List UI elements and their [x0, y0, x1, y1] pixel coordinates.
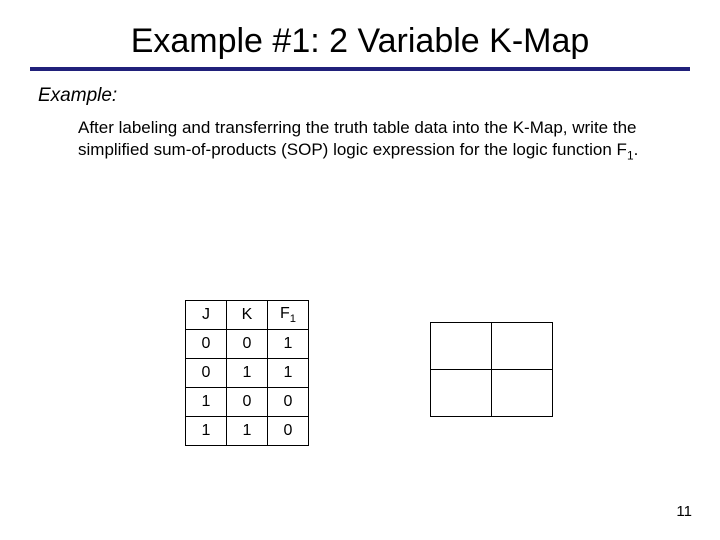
kmap-cell: [431, 323, 492, 370]
cell: 0: [186, 330, 227, 359]
cell: 0: [268, 388, 309, 417]
table-row: 0 0 1: [186, 330, 309, 359]
cell: 0: [186, 359, 227, 388]
body-text-post: .: [634, 140, 639, 159]
truth-table-header-f1: F1: [268, 301, 309, 330]
cell: 1: [268, 330, 309, 359]
table-row: 1 1 0: [186, 417, 309, 446]
body-text-sub: 1: [627, 148, 634, 162]
title-underline: [30, 67, 690, 71]
table-row: J K F1: [186, 301, 309, 330]
cell: 1: [268, 359, 309, 388]
kmap-row: [431, 323, 553, 370]
example-label: Example:: [38, 85, 720, 107]
slide: Example #1: 2 Variable K-Map Example: Af…: [0, 0, 720, 540]
cell: 1: [227, 417, 268, 446]
kmap-cell: [492, 323, 553, 370]
cell: 0: [227, 330, 268, 359]
cell: 1: [186, 417, 227, 446]
body-text: After labeling and transferring the trut…: [78, 117, 660, 163]
cell: 0: [227, 388, 268, 417]
cell: 1: [227, 359, 268, 388]
f-sub: 1: [290, 313, 296, 325]
f-label: F: [280, 305, 290, 322]
truth-table: J K F1 0 0 1 0 1 1 1 0 0 1 1 0: [185, 300, 309, 446]
truth-table-header-j: J: [186, 301, 227, 330]
body-text-pre: After labeling and transferring the trut…: [78, 118, 637, 159]
table-row: 1 0 0: [186, 388, 309, 417]
kmap-cell: [431, 370, 492, 417]
cell: 0: [268, 417, 309, 446]
kmap-row: [431, 370, 553, 417]
page-number: 11: [676, 503, 692, 520]
truth-table-header-k: K: [227, 301, 268, 330]
slide-title: Example #1: 2 Variable K-Map: [0, 0, 720, 67]
kmap-cell: [492, 370, 553, 417]
kmap-grid: [430, 322, 553, 417]
table-row: 0 1 1: [186, 359, 309, 388]
cell: 1: [186, 388, 227, 417]
